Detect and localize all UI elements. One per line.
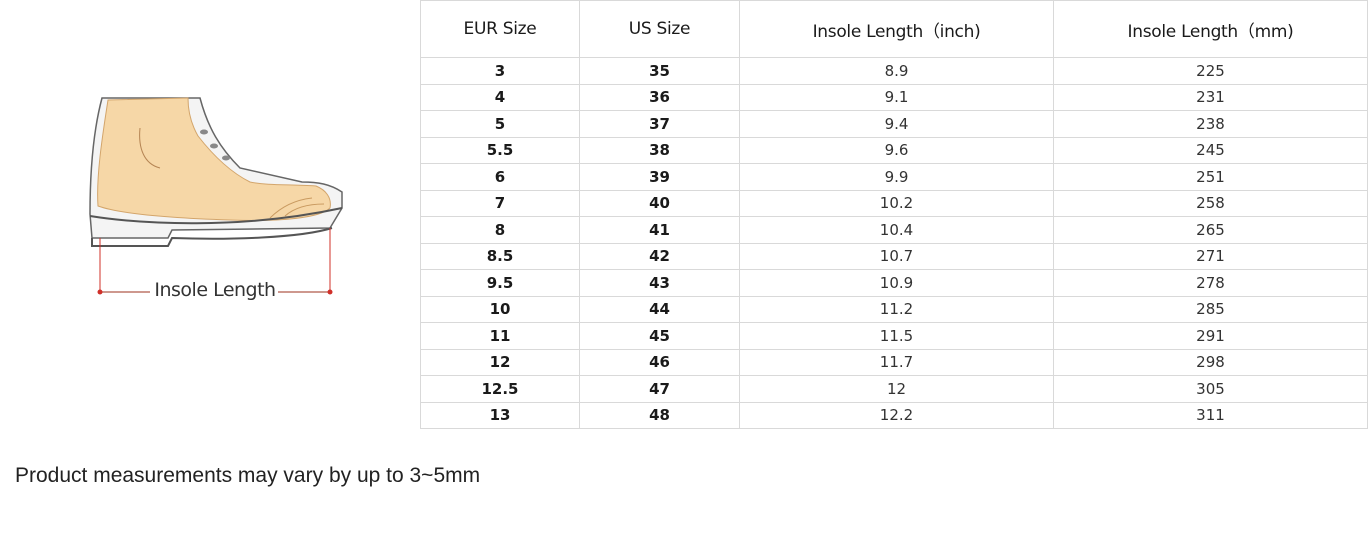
header-insole-inch: Insole Length（inch): [739, 0, 1054, 58]
table-row: 11 45 11.5 291: [420, 322, 1368, 350]
measurement-note: Product measurements may vary by up to 3…: [15, 464, 481, 487]
cell-eur-size: 4: [420, 83, 580, 111]
cell-eur-size: 5: [420, 110, 580, 138]
cell-insole-inch: 9.4: [739, 110, 1054, 138]
table-row: 6 39 9.9 251: [420, 163, 1368, 191]
cell-us-size: 45: [579, 322, 740, 350]
cell-eur-size: 12: [420, 348, 580, 376]
cell-insole-mm: 285: [1053, 295, 1368, 323]
header-insole-mm: Insole Length（mm): [1053, 0, 1368, 58]
cell-insole-mm: 291: [1053, 322, 1368, 350]
table-row: 12 46 11.7 298: [420, 348, 1368, 376]
cell-insole-inch: 10.4: [739, 216, 1054, 244]
cell-insole-mm: 238: [1053, 110, 1368, 138]
cell-us-size: 46: [579, 348, 740, 376]
cell-insole-mm: 251: [1053, 163, 1368, 191]
cell-us-size: 40: [579, 189, 740, 217]
cell-insole-inch: 11.7: [739, 348, 1054, 376]
cell-insole-inch: 12: [739, 375, 1054, 403]
header-us-size: US Size: [579, 0, 740, 58]
table-row: 8.5 42 10.7 271: [420, 242, 1368, 270]
cell-us-size: 37: [579, 110, 740, 138]
cell-insole-inch: 9.1: [739, 83, 1054, 111]
cell-us-size: 38: [579, 136, 740, 164]
table-row: 3 35 8.9 225: [420, 57, 1368, 85]
shoe-insole-illustration: Insole Length: [80, 88, 360, 308]
table-row: 4 36 9.1 231: [420, 83, 1368, 111]
table-row: 9.5 43 10.9 278: [420, 269, 1368, 297]
cell-insole-inch: 12.2: [739, 401, 1054, 429]
cell-eur-size: 8.5: [420, 242, 580, 270]
table-row: 7 40 10.2 258: [420, 189, 1368, 217]
cell-insole-mm: 225: [1053, 57, 1368, 85]
cell-insole-mm: 298: [1053, 348, 1368, 376]
cell-eur-size: 8: [420, 216, 580, 244]
size-chart-table: EUR Size US Size Insole Length（inch) Ins…: [420, 0, 1368, 429]
cell-eur-size: 10: [420, 295, 580, 323]
table-row: 12.5 47 12 305: [420, 375, 1368, 403]
cell-us-size: 36: [579, 83, 740, 111]
cell-insole-inch: 10.2: [739, 189, 1054, 217]
cell-us-size: 35: [579, 57, 740, 85]
cell-eur-size: 12.5: [420, 375, 580, 403]
cell-us-size: 43: [579, 269, 740, 297]
cell-us-size: 41: [579, 216, 740, 244]
cell-insole-inch: 11.5: [739, 322, 1054, 350]
cell-insole-inch: 9.9: [739, 163, 1054, 191]
cell-eur-size: 3: [420, 57, 580, 85]
table-row: 13 48 12.2 311: [420, 401, 1368, 429]
cell-insole-mm: 265: [1053, 216, 1368, 244]
cell-eur-size: 5.5: [420, 136, 580, 164]
header-eur-size: EUR Size: [420, 0, 580, 58]
cell-insole-mm: 258: [1053, 189, 1368, 217]
cell-eur-size: 13: [420, 401, 580, 429]
cell-insole-mm: 311: [1053, 401, 1368, 429]
table-header-row: EUR Size US Size Insole Length（inch) Ins…: [420, 0, 1368, 58]
table-row: 8 41 10.4 265: [420, 216, 1368, 244]
cell-insole-inch: 11.2: [739, 295, 1054, 323]
cell-eur-size: 11: [420, 322, 580, 350]
cell-insole-inch: 8.9: [739, 57, 1054, 85]
cell-insole-inch: 9.6: [739, 136, 1054, 164]
cell-eur-size: 7: [420, 189, 580, 217]
cell-insole-inch: 10.7: [739, 242, 1054, 270]
cell-insole-inch: 10.9: [739, 269, 1054, 297]
insole-length-label: Insole Length: [154, 279, 276, 301]
table-row: 5.5 38 9.6 245: [420, 136, 1368, 164]
cell-insole-mm: 305: [1053, 375, 1368, 403]
cell-us-size: 47: [579, 375, 740, 403]
table-row: 10 44 11.2 285: [420, 295, 1368, 323]
cell-insole-mm: 245: [1053, 136, 1368, 164]
cell-us-size: 44: [579, 295, 740, 323]
cell-insole-mm: 231: [1053, 83, 1368, 111]
table-row: 5 37 9.4 238: [420, 110, 1368, 138]
foot-in-shoe-icon: [89, 97, 343, 295]
cell-us-size: 39: [579, 163, 740, 191]
cell-us-size: 42: [579, 242, 740, 270]
cell-eur-size: 6: [420, 163, 580, 191]
cell-insole-mm: 271: [1053, 242, 1368, 270]
cell-eur-size: 9.5: [420, 269, 580, 297]
cell-insole-mm: 278: [1053, 269, 1368, 297]
cell-us-size: 48: [579, 401, 740, 429]
